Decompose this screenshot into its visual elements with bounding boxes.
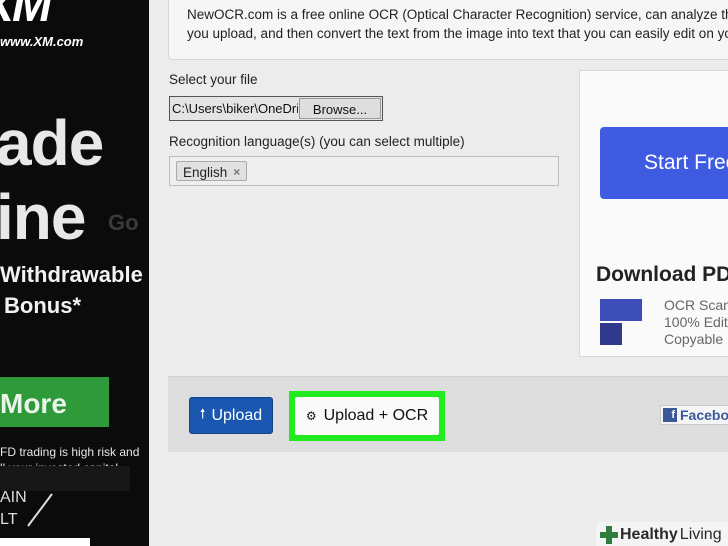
language-tag-english: English × bbox=[176, 161, 248, 181]
main-content: NewOCR.com is a free online OCR (Optical… bbox=[149, 0, 728, 546]
facebook-icon: f bbox=[663, 408, 677, 422]
feature-line: OCR Scan bbox=[664, 297, 728, 313]
watermark-brand-light: Living bbox=[679, 526, 722, 543]
file-input[interactable]: C:\Users\biker\OneDrive Browse... bbox=[169, 96, 383, 121]
upload-ocr-label: Upload + OCR bbox=[323, 407, 429, 424]
ad-headline-2: ine bbox=[0, 181, 86, 253]
intro-line-2: you upload, and then convert the text fr… bbox=[187, 26, 728, 41]
facebook-share-button[interactable]: f Facebook bbox=[660, 405, 728, 425]
download-feature-list: OCR Scan 100% Edita Copyable bbox=[664, 297, 728, 348]
ad-headline-1: ade bbox=[0, 107, 104, 179]
action-bar: 🠕 Upload ⚙ Upload + OCR f Facebook bbox=[168, 376, 728, 452]
feature-line: Copyable bbox=[664, 331, 724, 347]
file-path-value[interactable]: C:\Users\biker\OneDrive bbox=[170, 97, 298, 120]
intro-line-1: NewOCR.com is a free online OCR (Optical… bbox=[187, 7, 728, 22]
ad-offer-line-2: Bonus* bbox=[4, 293, 81, 318]
upload-arrow-icon: 🠕 bbox=[199, 405, 206, 421]
language-select[interactable]: English × bbox=[169, 156, 559, 186]
ad-url[interactable]: www.XM.com bbox=[0, 34, 83, 49]
sidebar-promo: Start Free Download PDF OCR Scan 100% Ed… bbox=[579, 70, 728, 357]
ad-disclaimer-1: FD trading is high risk and bbox=[0, 445, 140, 459]
svg-text:AIN: AIN bbox=[0, 489, 27, 506]
upload-ocr-button[interactable]: ⚙ Upload + OCR bbox=[295, 397, 439, 435]
xm-advertisement[interactable]: XM www.XM.com ade ine Go Withdrawable Bo… bbox=[0, 0, 149, 546]
svg-text:LT: LT bbox=[0, 511, 18, 528]
plus-cross-icon bbox=[600, 526, 618, 544]
download-pdf-title: Download PDF bbox=[596, 263, 728, 286]
gear-icon: ⚙ bbox=[305, 409, 317, 423]
ad-offer-line-1: Withdrawable bbox=[0, 262, 143, 287]
start-free-button[interactable]: Start Free bbox=[600, 127, 728, 199]
watermark-brand-bold: Healthy bbox=[620, 526, 678, 543]
ad-partner-logo-icon: AIN LT bbox=[0, 489, 53, 528]
ad-more-button[interactable]: More bbox=[0, 377, 109, 427]
upload-button-label: Upload bbox=[211, 406, 263, 424]
feature-line: 100% Edita bbox=[664, 314, 728, 330]
pdf-document-icon bbox=[600, 299, 644, 345]
browse-button[interactable]: Browse... bbox=[299, 98, 381, 119]
language-label: Recognition language(s) (you can select … bbox=[169, 134, 465, 149]
file-label: Select your file bbox=[169, 72, 258, 87]
ad-ghost-text: Go bbox=[108, 210, 139, 235]
facebook-label: Facebook bbox=[680, 407, 728, 423]
ad-sponsor-strip bbox=[0, 538, 90, 546]
highlight-frame: ⚙ Upload + OCR bbox=[289, 391, 445, 441]
healthy-living-watermark: Healthy Living bbox=[596, 522, 728, 546]
language-tag-label: English bbox=[183, 164, 228, 180]
ad-logo: XM bbox=[0, 0, 52, 32]
remove-language-icon[interactable]: × bbox=[233, 165, 240, 179]
intro-panel: NewOCR.com is a free online OCR (Optical… bbox=[168, 0, 728, 60]
upload-button[interactable]: 🠕 Upload bbox=[189, 397, 273, 434]
